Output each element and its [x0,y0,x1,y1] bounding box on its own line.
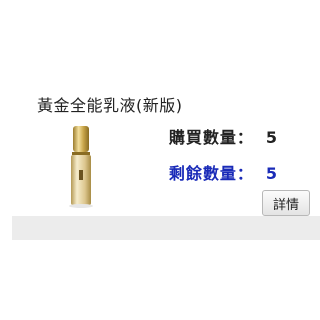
details-button[interactable]: 詳情 [262,190,310,216]
remaining-quantity: 剩餘數量： 5 [169,160,278,184]
purchased-quantity: 購買數量： 5 [169,124,278,148]
product-image [64,124,98,208]
card-footer-strip [12,216,320,240]
product-title: 黃金全能乳液(新版) [37,96,183,115]
remaining-quantity-value: 5 [265,164,278,183]
lotion-bottle-image [69,126,93,208]
purchased-quantity-value: 5 [265,128,278,147]
purchased-quantity-label: 購買數量： [168,128,254,147]
product-card: 黃金全能乳液(新版) 購買數量： 5 剩餘數量： 5 詳情 [0,0,320,320]
remaining-quantity-label: 剩餘數量： [168,164,254,183]
